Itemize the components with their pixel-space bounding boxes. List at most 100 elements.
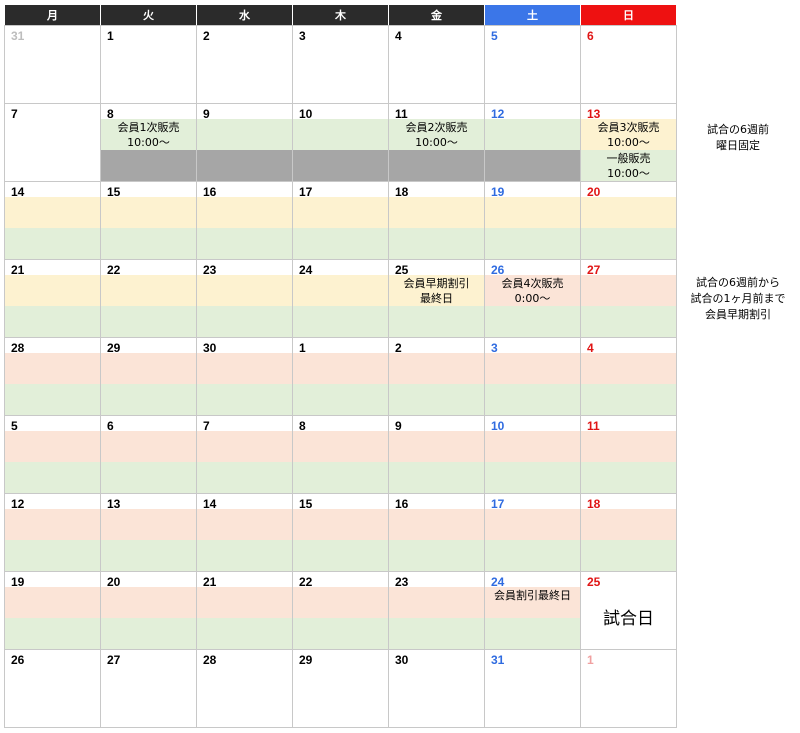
day-number: 13	[587, 107, 601, 121]
day-cell[interactable]: 2	[196, 25, 293, 104]
day-cell[interactable]: 6	[100, 415, 197, 494]
event-label: 会員4次販売 0:00〜	[501, 277, 564, 305]
day-cell[interactable]: 31	[4, 25, 101, 104]
day-cell[interactable]: 1	[100, 25, 197, 104]
day-cell[interactable]: 25 試合日	[580, 571, 677, 650]
event-label: 会員3次販売 10:00〜	[597, 121, 660, 149]
day-number: 23	[203, 263, 217, 277]
day-number: 16	[395, 497, 409, 511]
day-cell[interactable]: 7	[196, 415, 293, 494]
event-band-lower	[293, 462, 388, 493]
event-band-lower	[101, 384, 196, 415]
day-cell[interactable]: 8	[292, 415, 389, 494]
day-cell[interactable]: 18	[580, 493, 677, 572]
day-number: 18	[587, 497, 601, 511]
day-cell[interactable]: 23	[196, 259, 293, 338]
day-number: 30	[395, 653, 409, 667]
day-cell[interactable]: 2	[388, 337, 485, 416]
day-cell[interactable]: 5	[484, 25, 581, 104]
day-number: 23	[395, 575, 409, 589]
day-cell[interactable]: 27	[100, 649, 197, 728]
day-cell[interactable]: 6	[580, 25, 677, 104]
day-cell[interactable]: 31	[484, 649, 581, 728]
day-cell[interactable]: 11	[580, 415, 677, 494]
day-cell[interactable]: 5	[4, 415, 101, 494]
day-cell[interactable]: 20	[100, 571, 197, 650]
day-cell[interactable]: 29	[292, 649, 389, 728]
day-number: 14	[11, 185, 25, 199]
day-cell[interactable]: 16	[388, 493, 485, 572]
day-cell[interactable]: 25 会員早期割引 最終日	[388, 259, 485, 338]
day-cell[interactable]: 15	[292, 493, 389, 572]
day-cell[interactable]: 26	[4, 649, 101, 728]
day-number: 2	[395, 341, 402, 355]
day-number: 26	[491, 263, 505, 277]
day-number: 21	[203, 575, 217, 589]
event-band-upper	[197, 119, 292, 150]
day-cell[interactable]: 23	[388, 571, 485, 650]
day-number: 5	[11, 419, 18, 433]
day-cell[interactable]: 21	[4, 259, 101, 338]
day-cell[interactable]: 10	[484, 415, 581, 494]
event-band-lower	[581, 462, 676, 493]
day-cell[interactable]: 12	[4, 493, 101, 572]
day-cell[interactable]: 13	[100, 493, 197, 572]
day-number: 28	[11, 341, 25, 355]
day-cell[interactable]: 19	[4, 571, 101, 650]
event-band-upper	[293, 119, 388, 150]
day-cell[interactable]: 20	[580, 181, 677, 260]
day-cell[interactable]: 22	[292, 571, 389, 650]
day-cell[interactable]: 30	[196, 337, 293, 416]
event-band-upper	[389, 587, 484, 618]
day-number: 1	[107, 29, 114, 43]
day-cell[interactable]: 14	[196, 493, 293, 572]
day-cell[interactable]: 9	[388, 415, 485, 494]
day-cell[interactable]: 17	[484, 493, 581, 572]
day-number: 14	[203, 497, 217, 511]
day-cell[interactable]: 11 会員2次販売 10:00〜	[388, 103, 485, 182]
day-cell[interactable]: 10	[292, 103, 389, 182]
day-number: 27	[107, 653, 121, 667]
day-cell[interactable]: 15	[100, 181, 197, 260]
day-cell[interactable]: 28	[196, 649, 293, 728]
day-cell[interactable]: 19	[484, 181, 581, 260]
day-number: 12	[491, 107, 505, 121]
day-cell[interactable]: 16	[196, 181, 293, 260]
day-cell[interactable]: 22	[100, 259, 197, 338]
day-cell[interactable]: 7	[4, 103, 101, 182]
event-band-upper	[197, 509, 292, 540]
event-band-upper	[101, 353, 196, 384]
day-number: 29	[299, 653, 313, 667]
day-cell[interactable]: 3	[292, 25, 389, 104]
day-cell[interactable]: 24	[292, 259, 389, 338]
event-band-upper	[101, 509, 196, 540]
event-band-lower	[389, 618, 484, 649]
day-cell[interactable]: 26 会員4次販売 0:00〜	[484, 259, 581, 338]
day-cell[interactable]: 9	[196, 103, 293, 182]
header-sat: 土	[485, 5, 580, 25]
day-cell[interactable]: 12	[484, 103, 581, 182]
event-band-lower	[389, 150, 484, 181]
day-cell[interactable]: 1	[292, 337, 389, 416]
day-cell[interactable]: 17	[292, 181, 389, 260]
event-band-upper	[5, 587, 100, 618]
event-band-upper	[389, 197, 484, 228]
day-cell[interactable]: 14	[4, 181, 101, 260]
day-cell[interactable]: 30	[388, 649, 485, 728]
day-cell[interactable]: 24 会員割引最終日	[484, 571, 581, 650]
day-cell[interactable]: 18	[388, 181, 485, 260]
day-cell[interactable]: 4	[388, 25, 485, 104]
day-number: 17	[299, 185, 313, 199]
day-cell[interactable]: 4	[580, 337, 677, 416]
day-cell[interactable]: 28	[4, 337, 101, 416]
day-cell[interactable]: 1	[580, 649, 677, 728]
event-band-lower	[389, 540, 484, 571]
day-cell[interactable]: 29	[100, 337, 197, 416]
calendar-grid: 月火水木金土日 31 1 2 3 4 5 6 7 8 会員1次販売 10:00〜 9 10 11 会員2次販…	[4, 5, 677, 728]
day-cell[interactable]: 27	[580, 259, 677, 338]
event-band-lower	[197, 384, 292, 415]
day-cell[interactable]: 21	[196, 571, 293, 650]
day-cell[interactable]: 13 会員3次販売 10:00〜 一般販売 10:00〜	[580, 103, 677, 182]
day-cell[interactable]: 8 会員1次販売 10:00〜	[100, 103, 197, 182]
day-cell[interactable]: 3	[484, 337, 581, 416]
